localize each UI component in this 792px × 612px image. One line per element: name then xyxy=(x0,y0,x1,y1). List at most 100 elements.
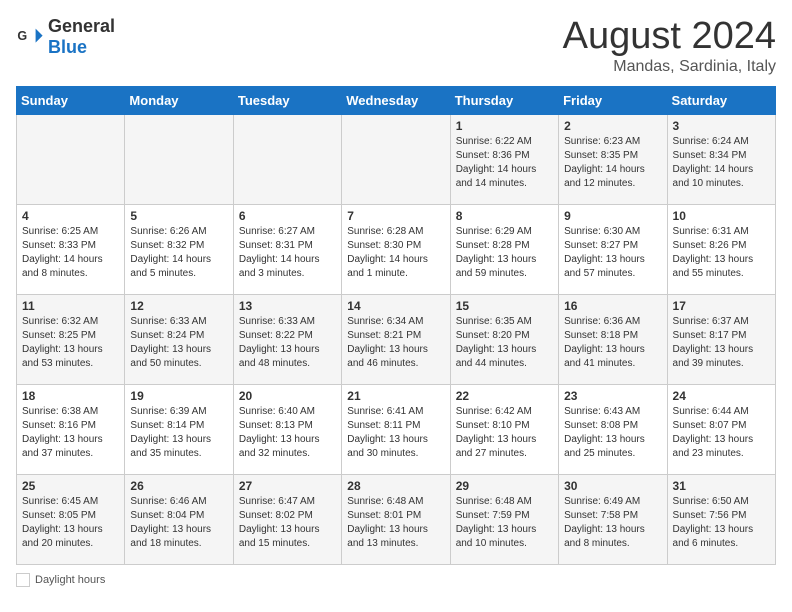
day-info: Sunrise: 6:33 AM Sunset: 8:24 PM Dayligh… xyxy=(130,315,227,371)
day-number: 3 xyxy=(673,119,770,133)
calendar-header-thursday: Thursday xyxy=(450,86,558,114)
calendar-day-cell: 7 Sunrise: 6:28 AM Sunset: 8:30 PM Daylig… xyxy=(342,204,450,294)
day-number: 12 xyxy=(130,299,227,313)
day-info: Sunrise: 6:22 AM Sunset: 8:36 PM Dayligh… xyxy=(456,135,553,191)
day-number: 10 xyxy=(673,209,770,223)
calendar-day-cell: 20 Sunrise: 6:40 AM Sunset: 8:13 PM Dayli… xyxy=(233,384,341,474)
day-info: Sunrise: 6:50 AM Sunset: 7:56 PM Dayligh… xyxy=(673,495,770,551)
day-info: Sunrise: 6:24 AM Sunset: 8:34 PM Dayligh… xyxy=(673,135,770,191)
day-number: 29 xyxy=(456,479,553,493)
logo-icon: G xyxy=(16,23,44,51)
calendar-day-cell: 6Sunrise: 6:27 AM Sunset: 8:31 PM Daylig… xyxy=(233,204,341,294)
day-number: 9 xyxy=(564,209,661,223)
day-number: 23 xyxy=(564,389,661,403)
day-info: Sunrise: 6:27 AM Sunset: 8:31 PM Dayligh… xyxy=(239,225,336,281)
day-info: Sunrise: 6:29 AM Sunset: 8:28 PM Dayligh… xyxy=(456,225,553,281)
calendar-day-cell xyxy=(233,114,341,204)
day-number: 22 xyxy=(456,389,553,403)
calendar-day-cell: 30 Sunrise: 6:49 AM Sunset: 7:58 PM Dayli… xyxy=(559,474,667,564)
calendar-day-cell: 31 Sunrise: 6:50 AM Sunset: 7:56 PM Dayli… xyxy=(667,474,775,564)
calendar-day-cell: 3 Sunrise: 6:24 AM Sunset: 8:34 PM Daylig… xyxy=(667,114,775,204)
calendar-day-cell: 19 Sunrise: 6:39 AM Sunset: 8:14 PM Dayli… xyxy=(125,384,233,474)
calendar-day-cell: 2 Sunrise: 6:23 AM Sunset: 8:35 PM Daylig… xyxy=(559,114,667,204)
calendar-week-row: 25 Sunrise: 6:45 AM Sunset: 8:05 PM Dayli… xyxy=(17,474,776,564)
legend-daylight: Daylight hours xyxy=(16,573,105,587)
calendar-day-cell: 26Sunrise: 6:46 AM Sunset: 8:04 PM Dayli… xyxy=(125,474,233,564)
day-info: Sunrise: 6:23 AM Sunset: 8:35 PM Dayligh… xyxy=(564,135,661,191)
day-info: Sunrise: 6:40 AM Sunset: 8:13 PM Dayligh… xyxy=(239,405,336,461)
day-info: Sunrise: 6:33 AM Sunset: 8:22 PM Dayligh… xyxy=(239,315,336,371)
day-number: 19 xyxy=(130,389,227,403)
calendar-body: 1 Sunrise: 6:22 AM Sunset: 8:36 PM Daylig… xyxy=(17,114,776,564)
calendar-header-sunday: Sunday xyxy=(17,86,125,114)
logo: G General Blue xyxy=(16,16,115,58)
day-number: 18 xyxy=(22,389,119,403)
calendar-table: SundayMondayTuesdayWednesdayThursdayFrid… xyxy=(16,86,776,565)
day-info: Sunrise: 6:28 AM Sunset: 8:30 PM Dayligh… xyxy=(347,225,444,281)
day-info: Sunrise: 6:32 AM Sunset: 8:25 PM Dayligh… xyxy=(22,315,119,371)
calendar-header-tuesday: Tuesday xyxy=(233,86,341,114)
calendar-day-cell: 1 Sunrise: 6:22 AM Sunset: 8:36 PM Daylig… xyxy=(450,114,558,204)
day-info: Sunrise: 6:47 AM Sunset: 8:02 PM Dayligh… xyxy=(239,495,336,551)
day-number: 15 xyxy=(456,299,553,313)
day-number: 24 xyxy=(673,389,770,403)
day-info: Sunrise: 6:39 AM Sunset: 8:14 PM Dayligh… xyxy=(130,405,227,461)
calendar-day-cell: 12 Sunrise: 6:33 AM Sunset: 8:24 PM Dayli… xyxy=(125,294,233,384)
day-number: 2 xyxy=(564,119,661,133)
day-info: Sunrise: 6:42 AM Sunset: 8:10 PM Dayligh… xyxy=(456,405,553,461)
calendar-day-cell: 5 Sunrise: 6:26 AM Sunset: 8:32 PM Daylig… xyxy=(125,204,233,294)
day-number: 5 xyxy=(130,209,227,223)
calendar-day-cell: 17 Sunrise: 6:37 AM Sunset: 8:17 PM Dayli… xyxy=(667,294,775,384)
day-number: 14 xyxy=(347,299,444,313)
legend: Daylight hours xyxy=(16,573,776,587)
day-number: 17 xyxy=(673,299,770,313)
day-number: 20 xyxy=(239,389,336,403)
calendar-week-row: 4Sunrise: 6:25 AM Sunset: 8:33 PM Daylig… xyxy=(17,204,776,294)
calendar-header-saturday: Saturday xyxy=(667,86,775,114)
day-number: 27 xyxy=(239,479,336,493)
day-number: 11 xyxy=(22,299,119,313)
day-info: Sunrise: 6:44 AM Sunset: 8:07 PM Dayligh… xyxy=(673,405,770,461)
day-number: 7 xyxy=(347,209,444,223)
day-info: Sunrise: 6:36 AM Sunset: 8:18 PM Dayligh… xyxy=(564,315,661,371)
calendar-day-cell: 9Sunrise: 6:30 AM Sunset: 8:27 PM Daylig… xyxy=(559,204,667,294)
day-number: 1 xyxy=(456,119,553,133)
calendar-week-row: 11 Sunrise: 6:32 AM Sunset: 8:25 PM Dayli… xyxy=(17,294,776,384)
calendar-day-cell: 18 Sunrise: 6:38 AM Sunset: 8:16 PM Dayli… xyxy=(17,384,125,474)
day-number: 31 xyxy=(673,479,770,493)
logo-general: General xyxy=(48,16,115,36)
day-info: Sunrise: 6:26 AM Sunset: 8:32 PM Dayligh… xyxy=(130,225,227,281)
day-info: Sunrise: 6:31 AM Sunset: 8:26 PM Dayligh… xyxy=(673,225,770,281)
calendar-day-cell: 23 Sunrise: 6:43 AM Sunset: 8:08 PM Dayli… xyxy=(559,384,667,474)
calendar-day-cell: 25 Sunrise: 6:45 AM Sunset: 8:05 PM Dayli… xyxy=(17,474,125,564)
legend-box xyxy=(16,573,30,587)
calendar-day-cell: 27 Sunrise: 6:47 AM Sunset: 8:02 PM Dayli… xyxy=(233,474,341,564)
day-info: Sunrise: 6:43 AM Sunset: 8:08 PM Dayligh… xyxy=(564,405,661,461)
day-number: 28 xyxy=(347,479,444,493)
calendar-day-cell: 24 Sunrise: 6:44 AM Sunset: 8:07 PM Dayli… xyxy=(667,384,775,474)
legend-daylight-label: Daylight hours xyxy=(35,574,105,586)
day-info: Sunrise: 6:48 AM Sunset: 8:01 PM Dayligh… xyxy=(347,495,444,551)
calendar-day-cell: 28 Sunrise: 6:48 AM Sunset: 8:01 PM Dayli… xyxy=(342,474,450,564)
day-number: 25 xyxy=(22,479,119,493)
calendar-day-cell: 16Sunrise: 6:36 AM Sunset: 8:18 PM Dayli… xyxy=(559,294,667,384)
day-info: Sunrise: 6:49 AM Sunset: 7:58 PM Dayligh… xyxy=(564,495,661,551)
day-info: Sunrise: 6:35 AM Sunset: 8:20 PM Dayligh… xyxy=(456,315,553,371)
day-info: Sunrise: 6:38 AM Sunset: 8:16 PM Dayligh… xyxy=(22,405,119,461)
day-info: Sunrise: 6:46 AM Sunset: 8:04 PM Dayligh… xyxy=(130,495,227,551)
day-info: Sunrise: 6:37 AM Sunset: 8:17 PM Dayligh… xyxy=(673,315,770,371)
calendar-day-cell: 10 Sunrise: 6:31 AM Sunset: 8:26 PM Dayli… xyxy=(667,204,775,294)
month-year: August 2024 xyxy=(563,16,776,58)
day-number: 8 xyxy=(456,209,553,223)
header: G General Blue August 2024 Mandas, Sardi… xyxy=(16,16,776,76)
calendar-day-cell: 4Sunrise: 6:25 AM Sunset: 8:33 PM Daylig… xyxy=(17,204,125,294)
location: Mandas, Sardinia, Italy xyxy=(563,58,776,76)
day-number: 30 xyxy=(564,479,661,493)
svg-text:G: G xyxy=(17,29,27,43)
calendar-day-cell: 13 Sunrise: 6:33 AM Sunset: 8:22 PM Dayli… xyxy=(233,294,341,384)
day-info: Sunrise: 6:45 AM Sunset: 8:05 PM Dayligh… xyxy=(22,495,119,551)
title-area: August 2024 Mandas, Sardinia, Italy xyxy=(563,16,776,76)
day-number: 13 xyxy=(239,299,336,313)
day-info: Sunrise: 6:34 AM Sunset: 8:21 PM Dayligh… xyxy=(347,315,444,371)
calendar-day-cell xyxy=(342,114,450,204)
